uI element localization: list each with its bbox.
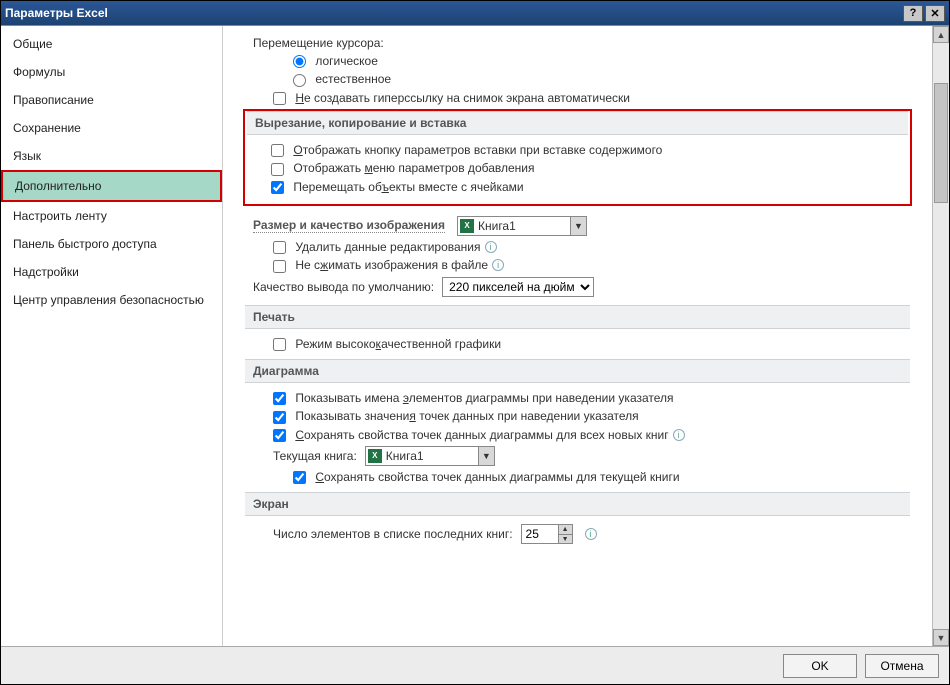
chart-save-props-current-checkbox[interactable]: Сохранять свойства точек данных диаграмм… [293, 470, 680, 484]
sidebar-item-quick-access[interactable]: Панель быстрого доступа [1, 230, 222, 258]
chart-save-props-new-input[interactable] [273, 429, 286, 442]
ok-button[interactable]: OK [783, 654, 857, 678]
vertical-scrollbar[interactable]: ▲ ▼ [932, 26, 949, 646]
sidebar-item-formulas[interactable]: Формулы [1, 58, 222, 86]
sidebar-item-addins[interactable]: Надстройки [1, 258, 222, 286]
cursor-natural-input[interactable] [293, 74, 306, 87]
info-icon[interactable]: i [485, 241, 497, 253]
chart-save-props-new-checkbox[interactable]: Сохранять свойства точек данных диаграмм… [273, 428, 669, 442]
scroll-track[interactable] [933, 43, 949, 629]
show-insert-menu-text: Отображать меню параметров добавления [293, 161, 534, 175]
excel-icon: X [368, 449, 382, 463]
scroll-down-icon[interactable]: ▼ [933, 629, 949, 646]
chart-point-values-input[interactable] [273, 411, 286, 424]
close-button[interactable]: ✕ [925, 5, 945, 22]
cursor-movement-label: Перемещение курсора: [253, 36, 902, 50]
default-quality-combo[interactable]: 220 пикселей на дюйм [442, 277, 594, 297]
recent-count-label: Число элементов в списке последних книг: [273, 527, 513, 541]
spinner-down-icon[interactable]: ▼ [559, 535, 572, 544]
no-hyperlink-checkbox[interactable]: Не создавать гиперссылку на снимок экран… [273, 91, 630, 105]
delete-edit-data-text: Удалить данные редактирования [295, 240, 480, 254]
chevron-down-icon[interactable]: ▼ [570, 217, 586, 235]
current-book-combo[interactable]: X Книга1 ▼ [365, 446, 495, 466]
no-hyperlink-text: Не создавать гиперссылку на снимок экран… [295, 91, 630, 105]
chevron-down-icon[interactable]: ▼ [478, 447, 494, 465]
current-book-text: Книга1 [386, 449, 424, 463]
image-quality-heading: Размер и качество изображения [253, 218, 445, 233]
chart-element-names-checkbox[interactable]: Показывать имена элементов диаграммы при… [273, 391, 674, 405]
section-cut-copy-paste: Вырезание, копирование и вставка [247, 111, 908, 135]
chart-element-names-text: Показывать имена элементов диаграммы при… [295, 391, 673, 405]
info-icon[interactable]: i [492, 259, 504, 271]
chart-save-props-new-text: Сохранять свойства точек данных диаграмм… [295, 428, 668, 442]
scroll-up-icon[interactable]: ▲ [933, 26, 949, 43]
delete-edit-data-input[interactable] [273, 241, 286, 254]
recent-count-input[interactable] [522, 525, 558, 543]
cursor-logical-text: логическое [315, 54, 378, 68]
no-compress-text: Не сжимать изображения в файле [295, 258, 488, 272]
move-objects-checkbox[interactable]: Перемещать объекты вместе с ячейками [271, 180, 524, 194]
cursor-logical-radio[interactable]: логическое [293, 54, 378, 68]
sidebar-item-customize-ribbon[interactable]: Настроить ленту [1, 202, 222, 230]
section-screen: Экран [245, 492, 910, 516]
sidebar-item-general[interactable]: Общие [1, 30, 222, 58]
chart-point-values-checkbox[interactable]: Показывать значения точек данных при нав… [273, 409, 639, 423]
image-quality-book-combo[interactable]: X Книга1 ▼ [457, 216, 587, 236]
show-insert-menu-input[interactable] [271, 163, 284, 176]
default-quality-label: Качество вывода по умолчанию: [253, 280, 434, 294]
chart-point-values-text: Показывать значения точек данных при нав… [295, 409, 638, 423]
show-paste-button-input[interactable] [271, 144, 284, 157]
cut-copy-paste-highlight: Вырезание, копирование и вставка Отображ… [243, 109, 912, 206]
hq-graphics-text: Режим высококачественной графики [295, 337, 501, 351]
sidebar-item-trust-center[interactable]: Центр управления безопасностью [1, 286, 222, 314]
current-book-label: Текущая книга: [273, 449, 357, 463]
recent-count-spinner[interactable]: ▲ ▼ [521, 524, 573, 544]
help-button[interactable]: ? [903, 5, 923, 22]
cancel-button[interactable]: Отмена [865, 654, 939, 678]
cursor-natural-text: естественное [315, 72, 391, 86]
category-sidebar: Общие Формулы Правописание Сохранение Яз… [1, 26, 223, 646]
scroll-thumb[interactable] [934, 83, 948, 203]
hq-graphics-input[interactable] [273, 338, 286, 351]
window-title: Параметры Excel [5, 6, 901, 20]
excel-options-dialog: Параметры Excel ? ✕ Общие Формулы Правоп… [0, 0, 950, 685]
info-icon[interactable]: i [585, 528, 597, 540]
chart-save-props-current-input[interactable] [293, 471, 306, 484]
dialog-footer: OK Отмена [1, 646, 949, 684]
no-compress-checkbox[interactable]: Не сжимать изображения в файле [273, 258, 488, 272]
titlebar[interactable]: Параметры Excel ? ✕ [1, 1, 949, 25]
sidebar-item-advanced[interactable]: Дополнительно [1, 170, 222, 202]
cursor-natural-radio[interactable]: естественное [293, 72, 391, 86]
cursor-logical-input[interactable] [293, 55, 306, 68]
options-content: Перемещение курсора: логическое естестве… [223, 26, 932, 646]
chart-element-names-input[interactable] [273, 392, 286, 405]
sidebar-item-language[interactable]: Язык [1, 142, 222, 170]
chart-save-props-current-text: Сохранять свойства точек данных диаграмм… [315, 470, 679, 484]
move-objects-text: Перемещать объекты вместе с ячейками [293, 180, 523, 194]
info-icon[interactable]: i [673, 429, 685, 441]
no-compress-input[interactable] [273, 260, 286, 273]
spinner-up-icon[interactable]: ▲ [559, 525, 572, 535]
sidebar-item-proofing[interactable]: Правописание [1, 86, 222, 114]
no-hyperlink-input[interactable] [273, 92, 286, 105]
move-objects-input[interactable] [271, 181, 284, 194]
image-quality-book-text: Книга1 [478, 219, 516, 233]
show-paste-button-text: Отображать кнопку параметров вставки при… [293, 143, 662, 157]
show-insert-menu-checkbox[interactable]: Отображать меню параметров добавления [271, 161, 535, 175]
sidebar-item-save[interactable]: Сохранение [1, 114, 222, 142]
excel-icon: X [460, 219, 474, 233]
show-paste-button-checkbox[interactable]: Отображать кнопку параметров вставки при… [271, 143, 662, 157]
hq-graphics-checkbox[interactable]: Режим высококачественной графики [273, 337, 501, 351]
delete-edit-data-checkbox[interactable]: Удалить данные редактирования [273, 240, 481, 254]
dialog-body: Общие Формулы Правописание Сохранение Яз… [1, 25, 949, 646]
content-wrap: Перемещение курсора: логическое естестве… [223, 26, 949, 646]
section-print: Печать [245, 305, 910, 329]
section-chart: Диаграмма [245, 359, 910, 383]
